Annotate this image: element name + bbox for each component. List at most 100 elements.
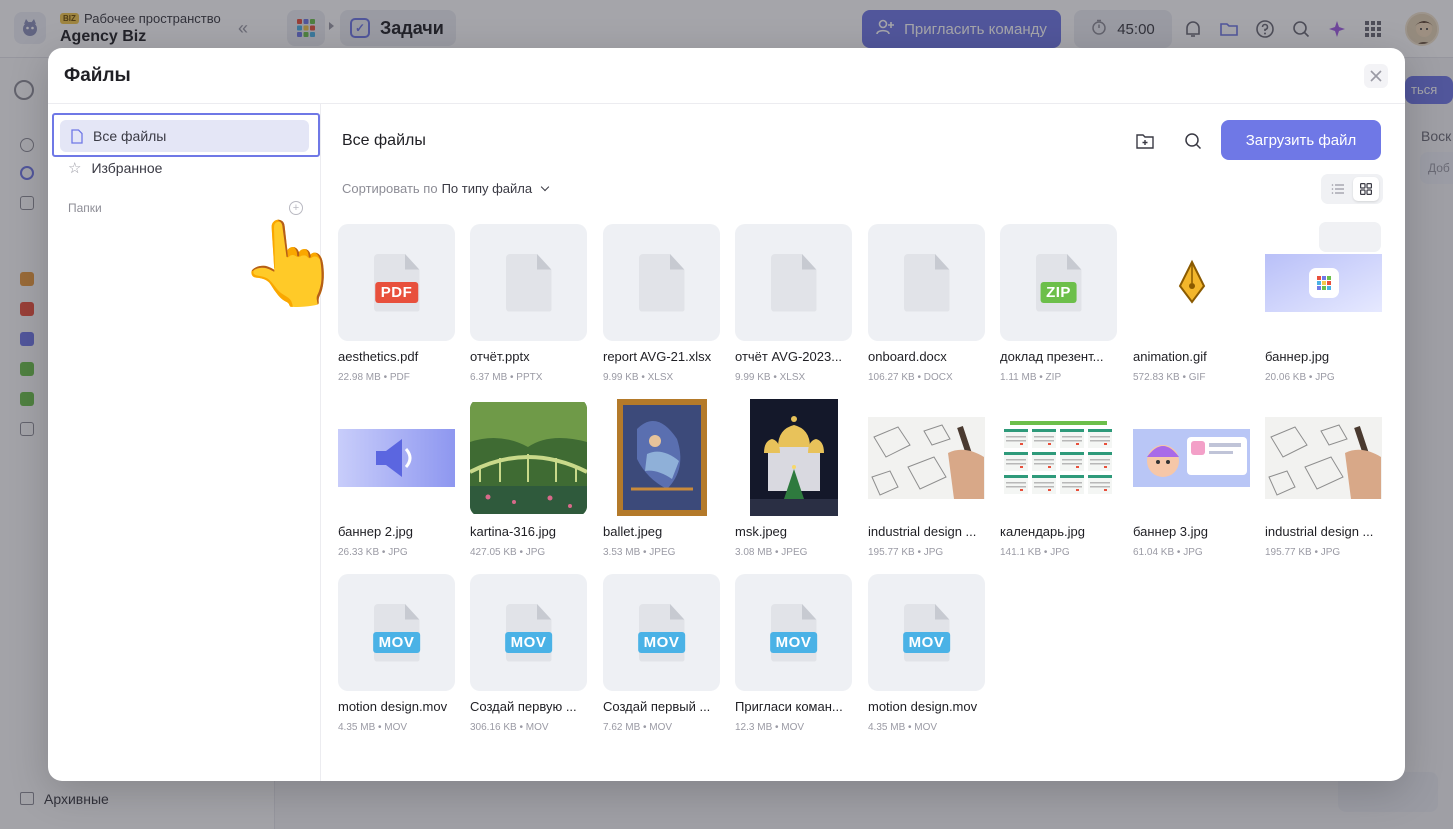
- file-name: отчёт AVG-2023...: [735, 349, 843, 364]
- file-card[interactable]: msk.jpeg 3.08 MB • JPEG: [735, 399, 855, 559]
- file-meta: 3.53 MB • JPEG: [603, 547, 676, 558]
- sort-control[interactable]: Сортировать по По типу файла: [342, 181, 550, 196]
- pen-nib-icon: [1178, 259, 1205, 304]
- chevron-down-icon: [540, 182, 550, 192]
- file-thumbnail[interactable]: [1000, 399, 1117, 516]
- file-name: Создай первую ...: [470, 699, 577, 714]
- file-thumbnail[interactable]: [603, 399, 720, 516]
- file-meta: 6.37 MB • PPTX: [470, 372, 543, 383]
- file-card[interactable]: ZIP доклад презент... 1.11 MB • ZIP: [1000, 224, 1120, 384]
- add-folder-icon[interactable]: +: [289, 201, 303, 215]
- file-card[interactable]: отчёт AVG-2023... 9.99 KB • XLSX: [735, 224, 855, 384]
- list-view-icon: [1331, 184, 1344, 194]
- upload-file-button[interactable]: Загрузить файл: [1221, 120, 1381, 160]
- file-card[interactable]: MOV Пригласи коман... 12.3 MB • MOV: [735, 574, 855, 734]
- file-card[interactable]: MOV Создай первый ... 7.62 MB • MOV: [603, 574, 723, 734]
- file-thumbnail[interactable]: [868, 399, 985, 516]
- file-name: motion design.mov: [338, 699, 448, 714]
- file-meta: 9.99 KB • XLSX: [735, 372, 806, 383]
- file-meta: 61.04 KB • JPG: [1133, 547, 1203, 558]
- modal-header: Файлы: [48, 48, 1405, 104]
- folder-plus-icon: [1136, 134, 1154, 149]
- close-button[interactable]: [1364, 64, 1388, 88]
- file-thumbnail[interactable]: [1133, 224, 1250, 341]
- file-meta: 4.35 MB • MOV: [868, 722, 938, 733]
- file-thumbnail[interactable]: PDF: [338, 224, 455, 341]
- modal-title: Файлы: [64, 65, 131, 86]
- file-name: report AVG-21.xlsx: [603, 349, 712, 364]
- file-card[interactable]: календарь.jpg 141.1 KB • JPG: [1000, 399, 1120, 559]
- file-meta: 427.05 KB • JPG: [470, 547, 546, 558]
- file-icon: [903, 253, 950, 312]
- star-icon: ☆: [68, 160, 82, 177]
- file-thumbnail[interactable]: MOV: [470, 574, 587, 691]
- file-card[interactable]: report AVG-21.xlsx 9.99 KB • XLSX: [603, 224, 723, 384]
- grid-view-button[interactable]: [1353, 177, 1379, 201]
- file-name: aesthetics.pdf: [338, 349, 419, 364]
- file-name: ballet.jpeg: [603, 524, 663, 539]
- file-card[interactable]: MOV motion design.mov 4.35 MB • MOV: [338, 574, 458, 734]
- file-meta: 141.1 KB • JPG: [1000, 547, 1070, 558]
- file-thumbnail[interactable]: [338, 399, 455, 516]
- file-thumbnail[interactable]: MOV: [868, 574, 985, 691]
- file-icon: [505, 253, 552, 312]
- file-card[interactable]: баннер.jpg 20.06 KB • JPG: [1265, 224, 1385, 384]
- file-thumbnail[interactable]: [1265, 224, 1382, 341]
- file-card[interactable]: баннер 3.jpg 61.04 KB • JPG: [1133, 399, 1253, 559]
- sidebar-item-all-files[interactable]: Все файлы: [60, 120, 309, 152]
- file-meta: 195.77 KB • JPG: [868, 547, 944, 558]
- file-card[interactable]: kartina-316.jpg 427.05 KB • JPG: [470, 399, 590, 559]
- file-meta: 12.3 MB • MOV: [735, 722, 805, 733]
- file-meta: 7.62 MB • MOV: [603, 722, 673, 733]
- file-thumbnail[interactable]: ZIP: [1000, 224, 1117, 341]
- file-name: industrial design ...: [868, 524, 977, 539]
- file-meta: 106.27 KB • DOCX: [868, 372, 953, 383]
- file-meta: 195.77 KB • JPG: [1265, 547, 1341, 558]
- file-name: Пригласи коман...: [735, 699, 843, 714]
- file-thumbnail[interactable]: MOV: [735, 574, 852, 691]
- file-card[interactable]: MOV motion design.mov 4.35 MB • MOV: [868, 574, 988, 734]
- file-type-badge: MOV: [769, 632, 818, 653]
- file-name: animation.gif: [1133, 349, 1207, 364]
- file-meta: 1.11 MB • ZIP: [1000, 372, 1062, 383]
- sidebar-item-label: Избранное: [91, 160, 163, 176]
- file-thumbnail[interactable]: [603, 224, 720, 341]
- file-name: motion design.mov: [868, 699, 978, 714]
- file-thumbnail[interactable]: [470, 224, 587, 341]
- file-thumbnail[interactable]: [868, 224, 985, 341]
- list-view-button[interactable]: [1325, 178, 1351, 200]
- file-thumbnail[interactable]: [735, 399, 852, 516]
- file-card[interactable]: PDF aesthetics.pdf 22.98 MB • PDF: [338, 224, 458, 384]
- file-thumbnail[interactable]: MOV: [603, 574, 720, 691]
- file-meta: 306.16 KB • MOV: [470, 722, 549, 733]
- file-card[interactable]: industrial design ... 195.77 KB • JPG: [1265, 399, 1385, 559]
- file-thumbnail[interactable]: [735, 224, 852, 341]
- file-name: onboard.docx: [868, 349, 947, 364]
- sidebar-item-favorites[interactable]: ☆ Избранное: [60, 152, 309, 184]
- file-card[interactable]: баннер 2.jpg 26.33 KB • JPG: [338, 399, 458, 559]
- file-thumbnail[interactable]: MOV: [338, 574, 455, 691]
- file-card[interactable]: MOV Создай первую ... 306.16 KB • MOV: [470, 574, 590, 734]
- file-card[interactable]: animation.gif 572.83 KB • GIF: [1133, 224, 1253, 384]
- file-type-badge: PDF: [374, 282, 419, 303]
- file-name: баннер.jpg: [1265, 349, 1330, 364]
- file-meta: 572.83 KB • GIF: [1133, 372, 1206, 383]
- close-icon: [1370, 70, 1382, 82]
- file-thumbnail[interactable]: [470, 399, 587, 516]
- file-card[interactable]: industrial design ... 195.77 KB • JPG: [868, 399, 988, 559]
- file-thumbnail[interactable]: [1133, 399, 1250, 516]
- file-icon: [638, 253, 685, 312]
- file-type-badge: MOV: [902, 632, 951, 653]
- sort-prefix: Сортировать по: [342, 181, 438, 196]
- file-card[interactable]: отчёт.pptx 6.37 MB • PPTX: [470, 224, 590, 384]
- file-name: доклад презент...: [1000, 349, 1104, 364]
- new-folder-button[interactable]: [1134, 130, 1156, 152]
- section-title: Все файлы: [342, 132, 426, 149]
- file-card[interactable]: ballet.jpeg 3.53 MB • JPEG: [603, 399, 723, 559]
- file-thumbnail[interactable]: [1265, 399, 1382, 516]
- files-sidebar: Все файлы ☆ Избранное Папки + 👆: [48, 104, 346, 781]
- search-files-button[interactable]: [1182, 130, 1204, 152]
- file-name: отчёт.pptx: [470, 349, 530, 364]
- file-type-badge: MOV: [372, 632, 421, 653]
- file-card[interactable]: onboard.docx 106.27 KB • DOCX: [868, 224, 988, 384]
